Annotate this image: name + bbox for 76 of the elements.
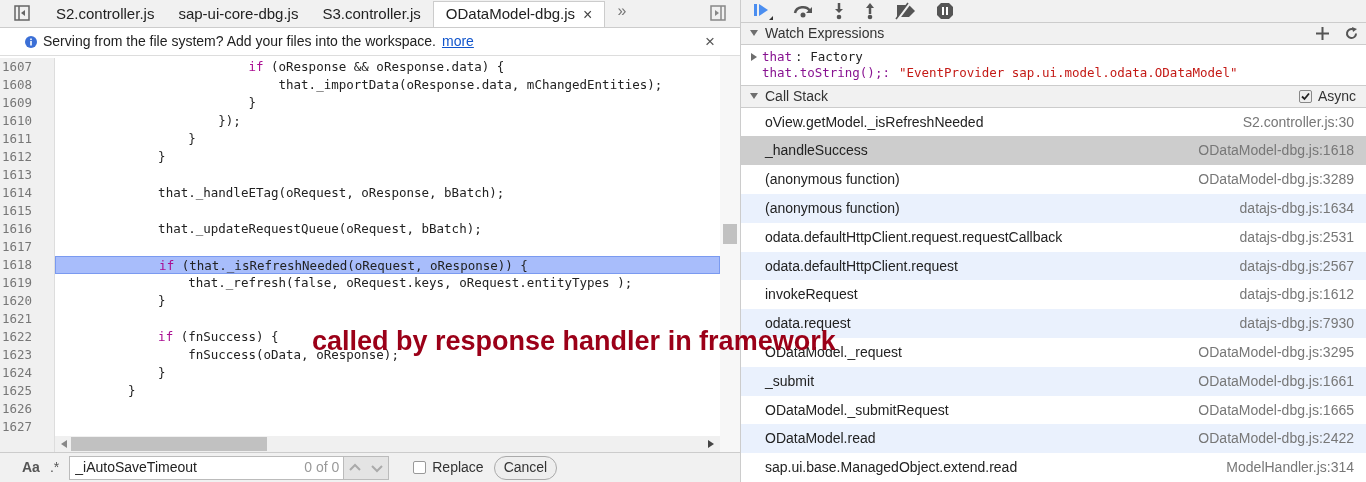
info-icon [25,35,37,48]
watch-value: : Factory [795,48,863,65]
call-stack-frame[interactable]: _handleSuccess ODataModel-dbg.js:1618 [741,136,1366,166]
line-number: 1624 [0,364,55,382]
call-stack-frame[interactable]: ODataModel.read ODataModel-dbg.js:2422 [741,424,1366,454]
close-icon[interactable]: × [705,28,715,55]
watch-expression: that [762,48,793,65]
more-link[interactable]: more [441,31,474,52]
code-line: that._handleETag(oRequest, oResponse, bBatch); [157,184,505,202]
line-number: 1627 [0,418,55,436]
async-checkbox[interactable] [1298,89,1312,103]
horizontal-scrollbar[interactable] [55,436,720,452]
code-line: if (fnSuccess) { [157,328,279,346]
code-line: } [127,382,136,400]
line-number: 1622 [0,328,55,346]
line-number: 1609 [0,94,55,112]
step-out-icon[interactable] [864,1,876,20]
line-number: 1610 [0,112,55,130]
line-number: 1611 [0,130,55,148]
code-line: } [247,94,256,112]
refresh-icon[interactable] [1345,26,1358,40]
code-line: }); [217,112,241,130]
line-number: 1612 [0,148,55,166]
code-line: } [157,148,166,166]
section-header[interactable]: Watch Expressions [741,22,1366,45]
line-number: 1621 [0,310,55,328]
deactivate-breakpoints-icon[interactable] [895,1,917,20]
watch-value: "EventProvider sap.ui.model.odata.ODataModel" [898,64,1238,81]
line-number: 1613 [0,166,55,184]
file-tab[interactable]: S3.controller.js [310,1,433,27]
code-line: } [187,130,196,148]
code-line: if (oResponse && oResponse.data) { [247,58,505,76]
toggle-debugger-icon[interactable] [710,5,726,21]
add-icon[interactable] [1316,26,1329,40]
cancel-button[interactable]: Cancel [493,455,558,480]
async-label: Async [1317,86,1356,106]
code-line: that._refresh(false, oRequest.keys, oRequest.entityTypes ); [187,274,633,292]
line-number: 1623 [0,346,55,364]
scroll-left-icon[interactable] [61,440,67,448]
file-tab[interactable]: S2.controller.js [44,1,167,27]
info-message: Serving from the file system? Add your files into the workspace. [43,32,436,51]
case-sensitive-toggle[interactable]: Aa [22,457,40,478]
scroll-right-icon[interactable] [708,440,714,448]
match-count: 0 of 0 [304,458,341,477]
watch-expression: that.toString();: [762,64,890,81]
line-number: 1626 [0,400,55,418]
expand-triangle-icon[interactable] [749,51,759,62]
call-stack-frame[interactable]: odata.defaultHttpClient.request datajs-dbg.js:2567 [741,251,1366,281]
line-number: 1617 [0,238,55,256]
more-tabs-button[interactable]: » [617,0,627,23]
line-number: 1615 [0,202,55,220]
line-number: 1619 [0,274,55,292]
line-number: 1618 [0,256,55,274]
toggle-sidebar-icon[interactable] [14,5,30,21]
replace-checkbox[interactable] [413,461,427,474]
section-header[interactable]: Call Stack Async [741,85,1366,108]
pause-icon[interactable] [936,1,954,20]
line-number: 1616 [0,220,55,238]
code-line: that._importData(oResponse.data, mChangedEntities); [277,76,663,94]
line-number: 1608 [0,76,55,94]
line-number: 1607 [0,58,55,76]
line-number: 1614 [0,184,55,202]
close-tab-icon[interactable]: × [583,2,593,27]
resume-icon[interactable] [753,1,773,20]
replace-label: Replace [432,458,484,477]
code-line: } [157,364,166,382]
code-line: that._updateRequestQueue(oRequest, bBatch); [157,220,482,238]
call-stack-frame[interactable]: _submit ODataModel-dbg.js:1661 [741,366,1366,396]
line-number: 1625 [0,382,55,400]
code-line: } [157,292,166,310]
regex-toggle[interactable]: .* [49,457,60,478]
step-into-icon[interactable] [833,1,845,20]
file-tab[interactable]: ODataModel-dbg.js × [432,1,606,27]
file-tab[interactable]: sap-ui-core-dbg.js [166,1,311,27]
call-stack-frame[interactable]: (anonymous function) datajs-dbg.js:1634 [741,194,1366,223]
line-number: 1620 [0,292,55,310]
